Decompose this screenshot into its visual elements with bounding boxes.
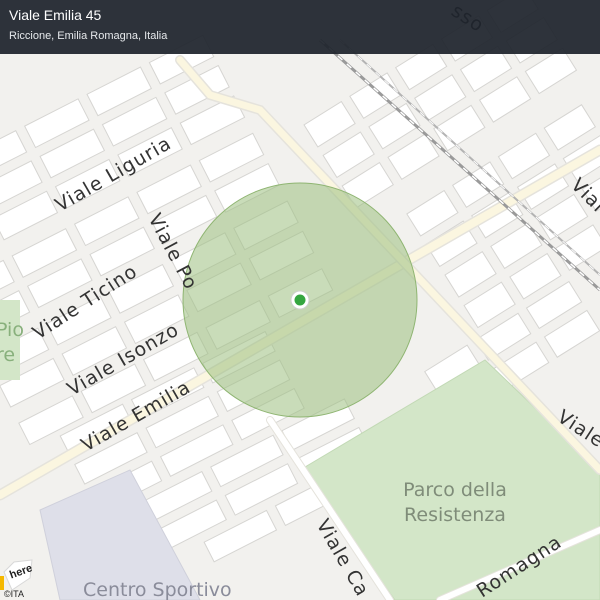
location-subtitle: Riccione, Emilia Romagna, Italia	[9, 30, 168, 42]
location-marker-icon[interactable]	[290, 290, 310, 310]
sport-center-label: Centro Sportivo	[83, 579, 232, 600]
left-edge-label-line2: re	[0, 344, 15, 366]
location-header: Viale Emilia 45 Riccione, Emilia Romagna…	[0, 0, 600, 54]
park-label-line1: Parco della	[403, 479, 507, 501]
map-attribution: ©ITA	[4, 589, 24, 599]
location-title: Viale Emilia 45	[9, 7, 102, 23]
park-label-line2: Resistenza	[404, 504, 506, 526]
map-canvas[interactable]: Viale Liguria Viale Po Viale Ticino Vial…	[0, 0, 600, 600]
left-edge-label-line1: Pio	[0, 319, 24, 341]
